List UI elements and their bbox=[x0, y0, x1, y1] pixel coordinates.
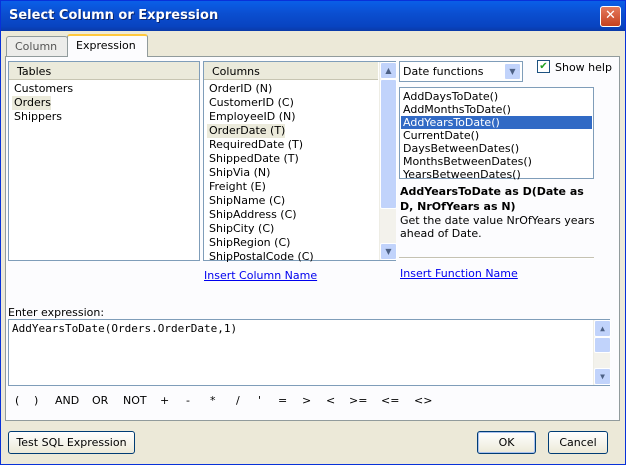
operator-button[interactable]: * bbox=[210, 394, 216, 407]
scroll-up-button[interactable]: ▲ bbox=[380, 62, 397, 79]
list-item[interactable]: AddYearsToDate() bbox=[401, 116, 592, 129]
operator-button[interactable]: / bbox=[236, 394, 240, 407]
list-item[interactable]: ShipPostalCode (C) bbox=[207, 250, 314, 264]
list-item[interactable]: EmployeeID (N) bbox=[207, 110, 296, 124]
list-item[interactable]: OrderDate (T) bbox=[207, 124, 286, 138]
list-item[interactable]: Customers bbox=[12, 82, 73, 96]
show-help-checkbox[interactable]: ✔ bbox=[537, 60, 550, 73]
columns-header[interactable]: Columns bbox=[204, 62, 378, 80]
test-sql-expression-button[interactable]: Test SQL Expression bbox=[8, 431, 135, 454]
operator-button[interactable]: <= bbox=[381, 394, 399, 407]
list-item[interactable]: OrderID (N) bbox=[207, 82, 272, 96]
operator-button[interactable]: - bbox=[186, 394, 190, 407]
list-item[interactable]: ShipName (C) bbox=[207, 194, 285, 208]
expression-input[interactable]: AddYearsToDate(Orders.OrderDate,1) ▲ ▼ bbox=[8, 319, 611, 386]
operator-button[interactable]: AND bbox=[55, 394, 79, 407]
operator-button[interactable]: + bbox=[160, 394, 169, 407]
scroll-down-button[interactable]: ▼ bbox=[380, 243, 397, 260]
tables-header[interactable]: Tables bbox=[9, 62, 199, 80]
arrow-down-icon: ▼ bbox=[385, 247, 392, 256]
insert-column-name-link[interactable]: Insert Column Name bbox=[204, 269, 317, 282]
list-item[interactable]: CurrentDate() bbox=[401, 129, 592, 142]
expression-label: Enter expression: bbox=[8, 306, 105, 319]
list-item[interactable]: Orders bbox=[12, 96, 51, 110]
scroll-thumb[interactable] bbox=[594, 337, 611, 353]
operator-button[interactable]: ) bbox=[34, 394, 38, 407]
insert-function-name-link[interactable]: Insert Function Name bbox=[400, 267, 518, 280]
list-item[interactable]: Freight (E) bbox=[207, 180, 266, 194]
operator-button[interactable]: >= bbox=[349, 394, 367, 407]
close-icon: ✕ bbox=[605, 8, 616, 23]
tab-expression[interactable]: Expression bbox=[67, 34, 148, 57]
tables-list[interactable]: Tables Customers Orders Shippers bbox=[8, 61, 200, 261]
operator-button[interactable]: > bbox=[302, 394, 311, 407]
ok-button[interactable]: OK bbox=[477, 431, 536, 454]
divider bbox=[399, 257, 594, 259]
list-item[interactable]: Shippers bbox=[12, 110, 62, 124]
operator-button[interactable]: < bbox=[326, 394, 335, 407]
list-item[interactable]: ShippedDate (T) bbox=[207, 152, 299, 166]
list-item[interactable]: ShipVia (N) bbox=[207, 166, 270, 180]
arrow-up-icon: ▲ bbox=[385, 66, 392, 75]
list-item[interactable]: DaysBetweenDates() bbox=[401, 142, 592, 155]
function-signature: AddYearsToDate as D(Date as D, NrOfYears… bbox=[400, 185, 584, 213]
functions-list[interactable]: AddDaysToDate() AddMonthsToDate() AddYears… bbox=[399, 87, 594, 181]
function-category-value: Date functions bbox=[403, 65, 484, 78]
operator-button[interactable]: OR bbox=[92, 394, 108, 407]
operator-button[interactable]: <> bbox=[414, 394, 432, 407]
show-help-label[interactable]: Show help bbox=[555, 61, 612, 74]
chevron-down-icon[interactable]: ▼ bbox=[504, 63, 521, 80]
operator-button[interactable]: ( bbox=[15, 394, 19, 407]
function-description: Get the date value NrOfYears years ahead… bbox=[400, 214, 595, 240]
scroll-thumb[interactable] bbox=[380, 79, 397, 209]
list-item[interactable]: CustomerID (C) bbox=[207, 96, 294, 110]
list-item[interactable]: RequiredDate (T) bbox=[207, 138, 303, 152]
expression-text[interactable]: AddYearsToDate(Orders.OrderDate,1) bbox=[12, 322, 237, 335]
window-title: Select Column or Expression bbox=[9, 8, 219, 23]
list-item[interactable]: ShipCity (C) bbox=[207, 222, 274, 236]
scroll-up-button[interactable]: ▲ bbox=[594, 320, 611, 337]
list-item[interactable]: MonthsBetweenDates() bbox=[401, 155, 592, 168]
columns-scrollbar[interactable]: ▲ ▼ bbox=[379, 62, 397, 260]
list-item[interactable]: AddDaysToDate() bbox=[401, 90, 592, 103]
tab-column[interactable]: Column bbox=[6, 36, 68, 56]
operator-button[interactable]: NOT bbox=[123, 394, 147, 407]
operator-button[interactable]: ' bbox=[258, 394, 261, 407]
title-bar[interactable]: Select Column or Expression ✕ bbox=[1, 1, 625, 31]
list-item[interactable]: YearsBetweenDates() bbox=[401, 168, 592, 181]
operator-button[interactable]: = bbox=[278, 394, 287, 407]
scroll-down-button[interactable]: ▼ bbox=[594, 368, 611, 385]
columns-list[interactable]: Columns OrderID (N) CustomerID (C) Employe… bbox=[203, 61, 397, 264]
dialog-window: Select Column or Expression ✕ Column Exp… bbox=[0, 0, 626, 465]
list-item[interactable]: ShipRegion (C) bbox=[207, 236, 290, 250]
close-button[interactable]: ✕ bbox=[600, 6, 621, 27]
arrow-up-icon: ▲ bbox=[600, 324, 605, 333]
expression-scrollbar[interactable]: ▲ ▼ bbox=[593, 320, 611, 385]
list-item[interactable]: AddMonthsToDate() bbox=[401, 103, 592, 116]
list-item[interactable]: ShipAddress (C) bbox=[207, 208, 297, 222]
function-category-select[interactable]: Date functions ▼ bbox=[399, 61, 523, 82]
arrow-down-icon: ▼ bbox=[600, 372, 605, 381]
cancel-button[interactable]: Cancel bbox=[548, 431, 608, 454]
